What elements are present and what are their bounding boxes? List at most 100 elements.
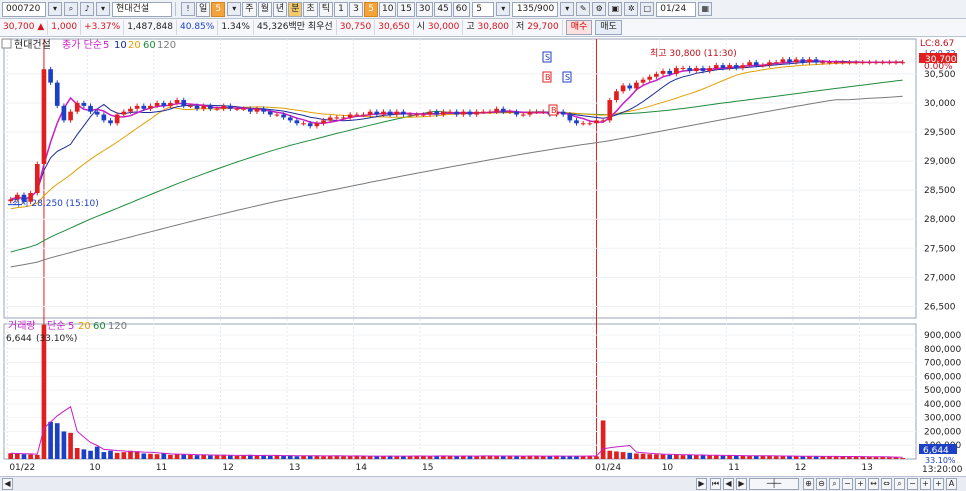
period-day-button[interactable]: 일 bbox=[196, 1, 211, 17]
volume-bar bbox=[168, 454, 173, 459]
high-price: 고 30,800 bbox=[463, 20, 514, 35]
checkbox-icon[interactable]: □ bbox=[640, 2, 655, 16]
candle-body bbox=[441, 111, 446, 115]
interval-45-button[interactable]: 45 bbox=[434, 1, 452, 17]
ma120-legend: 120 bbox=[157, 40, 176, 51]
candle-body bbox=[727, 65, 732, 69]
chart-menu-icon[interactable] bbox=[1, 38, 12, 49]
candle-body bbox=[247, 108, 253, 112]
period-week-button[interactable]: 주 bbox=[242, 1, 257, 17]
calendar-icon[interactable]: ▦ bbox=[698, 2, 713, 16]
candle-body bbox=[454, 111, 460, 115]
volume-bar bbox=[108, 450, 113, 459]
volume-bar bbox=[68, 432, 73, 459]
candle-body bbox=[893, 62, 899, 64]
zoom-slider[interactable]: ─┼─ bbox=[749, 478, 799, 490]
volume-value: 1,487,848 bbox=[124, 20, 178, 35]
period-month-button[interactable]: 월 bbox=[257, 1, 272, 17]
candle-body bbox=[560, 111, 566, 115]
zoom-in-icon[interactable]: ⊕ bbox=[803, 478, 814, 490]
candle-body bbox=[480, 111, 486, 113]
volume-bar bbox=[733, 455, 739, 459]
volume-bar bbox=[647, 454, 653, 459]
fit-icon[interactable]: ⇔ bbox=[881, 478, 892, 490]
period-value-button[interactable]: 5 bbox=[211, 1, 226, 17]
date-field[interactable]: 01/24 bbox=[656, 1, 697, 17]
interval-3-button[interactable]: 3 bbox=[348, 1, 363, 17]
volume-bar bbox=[281, 455, 286, 459]
candle-body bbox=[853, 62, 859, 64]
price-volume-chart[interactable]: 01/22 10 11 12 13 14 15 01/24 10 11 12 13 26,500 27,0… bbox=[0, 37, 966, 476]
candle-body bbox=[367, 111, 373, 115]
minus-icon[interactable]: − bbox=[842, 478, 853, 490]
volume-bar bbox=[753, 455, 759, 459]
scroll-left-icon[interactable]: ◀ bbox=[2, 478, 13, 490]
period-minute-button[interactable]: 분 bbox=[288, 1, 303, 17]
interval-10-button[interactable]: 10 bbox=[378, 1, 397, 17]
zoom-icon[interactable]: ⌕ bbox=[894, 478, 905, 490]
interval-input[interactable]: 5 bbox=[472, 1, 495, 17]
bar-count: 135 bbox=[516, 3, 535, 14]
period-year-button[interactable]: 년 bbox=[272, 1, 288, 17]
sell-button[interactable]: 매도 bbox=[595, 20, 622, 35]
arrow-icon[interactable]: ↔ bbox=[868, 478, 879, 490]
sell-marker-text: S bbox=[545, 53, 550, 62]
volume-bar bbox=[267, 455, 273, 459]
candle-body bbox=[221, 105, 227, 109]
dropdown-icon[interactable]: ▾ bbox=[96, 2, 110, 16]
period-second-button[interactable]: 초 bbox=[303, 1, 318, 17]
search-icon[interactable]: ⌕ bbox=[829, 478, 840, 490]
scroll-right-icon[interactable]: ▶ bbox=[696, 478, 707, 490]
alert-icon[interactable]: ! bbox=[181, 2, 195, 16]
plus-icon[interactable]: + bbox=[855, 478, 866, 490]
volume-bar bbox=[214, 455, 220, 459]
first-page-icon[interactable]: ⏮ bbox=[710, 478, 721, 490]
candle-body bbox=[81, 102, 87, 106]
search-icon[interactable]: ⌕ bbox=[64, 2, 78, 16]
volume-bar bbox=[780, 456, 786, 459]
low-value: 29,700 bbox=[527, 22, 559, 32]
settings-icon[interactable]: ⚙ bbox=[592, 2, 607, 16]
interval-60-button[interactable]: 60 bbox=[452, 1, 471, 17]
candle-body bbox=[647, 76, 653, 80]
add-icon[interactable]: + bbox=[933, 478, 944, 490]
candle-body bbox=[188, 105, 193, 107]
volume-y-tick-label: 300,000 bbox=[924, 414, 961, 424]
volume-bar bbox=[700, 455, 706, 459]
stock-name-field[interactable]: 현대건설 bbox=[112, 1, 172, 17]
volume-bar bbox=[740, 455, 746, 459]
volume-bar bbox=[713, 455, 719, 459]
save-icon[interactable]: ▣ bbox=[608, 2, 623, 16]
candle-body bbox=[174, 100, 180, 103]
gear-icon[interactable]: ✲ bbox=[624, 2, 639, 16]
dropdown-icon[interactable]: ▾ bbox=[560, 2, 575, 16]
dropdown-icon[interactable]: ▾ bbox=[496, 2, 511, 16]
candle-body bbox=[807, 59, 812, 63]
stock-code-input[interactable]: 000720 bbox=[2, 1, 46, 17]
candle-body bbox=[41, 69, 47, 164]
y-tick-label: 26,500 bbox=[924, 302, 956, 312]
text-tool-icon[interactable]: A bbox=[946, 478, 957, 490]
prev-page-icon[interactable]: ◀ bbox=[723, 478, 734, 490]
period-tick-button[interactable]: 틱 bbox=[318, 1, 333, 17]
zoom-out-icon[interactable]: ⊖ bbox=[816, 478, 827, 490]
dropdown-icon[interactable]: ▾ bbox=[48, 2, 62, 16]
interval-1-button[interactable]: 1 bbox=[333, 1, 348, 17]
candle-body bbox=[674, 68, 679, 74]
speaker-icon[interactable]: ♪ bbox=[80, 2, 94, 16]
buy-button[interactable]: 매수 bbox=[565, 20, 593, 35]
next-page-icon[interactable]: ▶ bbox=[736, 478, 747, 490]
candle-body bbox=[460, 111, 466, 115]
interval-30-button[interactable]: 30 bbox=[415, 1, 434, 17]
interval-15-button[interactable]: 15 bbox=[397, 1, 415, 17]
plus-icon[interactable]: + bbox=[920, 478, 931, 490]
minus-icon[interactable]: − bbox=[907, 478, 918, 490]
chart-scrollbar[interactable]: ◀ ▶ ⏮ ◀ ▶ ─┼─ ⊕ ⊖ ⌕ − + ↔ ⇔ ⌕ − + + A bbox=[0, 476, 966, 491]
dropdown-icon[interactable]: ▾ bbox=[227, 2, 242, 16]
candle-body bbox=[494, 108, 499, 112]
volume-bar bbox=[134, 451, 140, 459]
interval-5-button[interactable]: 5 bbox=[363, 1, 378, 17]
tool-icon[interactable]: ✎ bbox=[576, 2, 591, 16]
candle-body bbox=[700, 68, 706, 71]
bar-count-field[interactable]: 135/900 bbox=[512, 1, 559, 17]
